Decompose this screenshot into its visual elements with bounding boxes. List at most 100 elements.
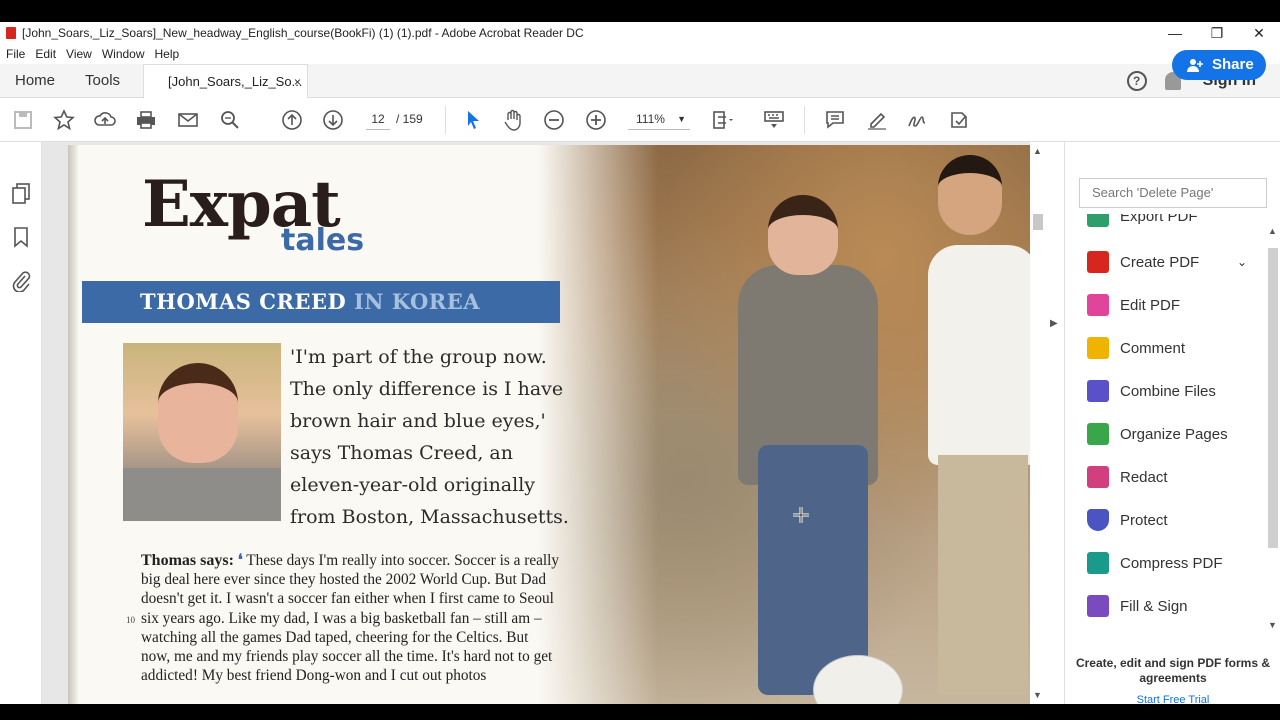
move-cursor-icon: [793, 507, 809, 523]
scroll-down-icon[interactable]: ▼: [1033, 690, 1042, 700]
boy-right-shirt: [928, 245, 1030, 465]
menu-help[interactable]: Help: [155, 47, 180, 61]
scroll-down-icon[interactable]: ▼: [1268, 620, 1277, 630]
redact-icon: [1087, 466, 1109, 488]
comment-icon[interactable]: [823, 108, 847, 132]
document-viewport[interactable]: Expat tales THOMAS CREED IN KOREA 'I'm p…: [42, 142, 1046, 704]
help-icon[interactable]: ?: [1126, 71, 1147, 91]
portrait-shirt: [123, 468, 281, 521]
tools-search-input[interactable]: Search 'Delete Page': [1079, 178, 1267, 208]
print-icon[interactable]: [134, 108, 158, 132]
zoom-out-icon[interactable]: [542, 108, 566, 132]
title-bar: [John_Soars,_Liz_Soars]_New_headway_Engl…: [0, 22, 1280, 44]
soccer-photo: [538, 145, 1030, 704]
boy-left-head: [768, 195, 838, 275]
tab-home[interactable]: Home: [0, 64, 70, 98]
organize-pages-icon: [1087, 423, 1109, 445]
scrollbar-thumb[interactable]: [1268, 248, 1278, 548]
maximize-button[interactable]: ❐: [1196, 25, 1238, 42]
article-body: Thomas says: ❛ These days I'm really int…: [141, 551, 561, 685]
fit-page-icon[interactable]: [710, 108, 734, 132]
highlight-icon[interactable]: [865, 108, 889, 132]
tool-comment[interactable]: Comment: [1087, 336, 1185, 360]
menu-edit[interactable]: Edit: [35, 47, 56, 61]
tools-scrollbar[interactable]: ▲ ▼: [1265, 224, 1280, 634]
tab-tools[interactable]: Tools: [70, 64, 135, 98]
select-arrow-icon[interactable]: [461, 108, 485, 132]
tool-label: Export PDF: [1120, 214, 1198, 225]
bookmark-icon[interactable]: [11, 226, 31, 248]
menu-bar: File Edit View Window Help: [0, 44, 1280, 64]
body-lead: Thomas says:: [141, 552, 234, 569]
page-up-icon[interactable]: [280, 108, 304, 132]
tool-redact[interactable]: Redact: [1087, 465, 1168, 489]
minimize-button[interactable]: —: [1154, 25, 1196, 41]
pull-quote: 'I'm part of the group now. The only dif…: [290, 346, 569, 528]
email-icon[interactable]: [176, 108, 200, 132]
page-gutter-shadow: [68, 145, 78, 704]
search-icon[interactable]: [218, 108, 242, 132]
page-number-input[interactable]: 12: [366, 108, 390, 130]
document-scrollbar[interactable]: ▲ ▼: [1030, 142, 1046, 704]
article-subtitle: tales: [281, 223, 365, 258]
tool-label: Comment: [1120, 339, 1186, 357]
close-button[interactable]: ✕: [1238, 25, 1280, 42]
scroll-up-icon[interactable]: ▲: [1033, 146, 1042, 156]
save-icon[interactable]: [11, 108, 35, 132]
menu-window[interactable]: Window: [102, 47, 145, 61]
tab-document[interactable]: [John_Soars,_Liz_So... ×: [143, 64, 308, 99]
menu-view[interactable]: View: [66, 47, 92, 61]
zoom-select[interactable]: 111% ▼: [628, 108, 690, 130]
tab-document-label: [John_Soars,_Liz_So...: [168, 74, 303, 89]
tool-combine-files[interactable]: Combine Files: [1087, 379, 1216, 403]
portrait-face: [158, 363, 238, 463]
tools-list: Export PDF Create PDF ⌄ Edit PDF Comment …: [1065, 214, 1265, 638]
banner-place: IN KOREA: [353, 289, 481, 314]
keyboard-icon[interactable]: [762, 108, 786, 132]
compress-pdf-icon: [1087, 552, 1109, 574]
tool-label: Edit PDF: [1120, 296, 1181, 314]
zoom-in-icon[interactable]: [584, 108, 608, 132]
share-button[interactable]: Share: [1172, 50, 1266, 80]
chevron-down-icon[interactable]: ⌄: [1237, 255, 1247, 269]
tab-bar: Home Tools [John_Soars,_Liz_So... × ? Si…: [0, 64, 1280, 99]
tool-edit-pdf[interactable]: Edit PDF: [1087, 293, 1180, 317]
zoom-value: 111%: [636, 112, 665, 126]
hand-icon[interactable]: [501, 108, 525, 132]
comment-tool-icon: [1087, 337, 1109, 359]
promo-text: Create, edit and sign PDF forms & agreem…: [1075, 656, 1271, 685]
tool-compress-pdf[interactable]: Compress PDF: [1087, 551, 1223, 575]
attachment-icon[interactable]: [11, 270, 31, 292]
upload-icon[interactable]: [93, 108, 117, 132]
tool-create-pdf[interactable]: Create PDF ⌄: [1087, 250, 1247, 274]
tool-organize-pages[interactable]: Organize Pages: [1087, 422, 1228, 446]
bookmark-star-icon[interactable]: [52, 108, 76, 132]
scrollbar-thumb[interactable]: [1033, 214, 1043, 230]
tool-fill-sign[interactable]: Fill & Sign: [1087, 594, 1188, 618]
start-free-trial-link[interactable]: Start Free Trial: [1065, 694, 1280, 704]
fill-sign-icon: [1087, 595, 1109, 617]
tools-pane: Search 'Delete Page' Export PDF Create P…: [1064, 142, 1280, 704]
tool-export-pdf[interactable]: Export PDF: [1087, 214, 1198, 228]
toolbar: 12 / 159 111% ▼: [0, 98, 1280, 142]
tool-protect[interactable]: Protect: [1087, 508, 1168, 532]
scroll-up-icon[interactable]: ▲: [1268, 226, 1277, 236]
tool-label: Combine Files: [1120, 382, 1216, 400]
more-tools-icon[interactable]: [947, 108, 971, 132]
portrait-photo: [123, 343, 281, 521]
boy-right-trousers: [938, 455, 1028, 695]
page-down-icon[interactable]: [321, 108, 345, 132]
menu-file[interactable]: File: [6, 47, 25, 61]
tool-label: Create PDF: [1120, 253, 1200, 271]
window-title: [John_Soars,_Liz_Soars]_New_headway_Engl…: [22, 26, 584, 40]
toolbar-divider: [445, 106, 446, 134]
tab-close-icon[interactable]: ×: [294, 65, 301, 99]
pages-icon[interactable]: [11, 182, 31, 204]
share-label: Share: [1212, 56, 1254, 73]
expand-right-panel-icon[interactable]: ▶: [1050, 318, 1058, 329]
acrobat-window: [John_Soars,_Liz_Soars]_New_headway_Engl…: [0, 22, 1280, 704]
left-navigation-rail: [0, 142, 42, 704]
boy-right-head: [938, 155, 1002, 235]
sign-icon[interactable]: [905, 108, 929, 132]
create-pdf-icon: [1087, 251, 1109, 273]
